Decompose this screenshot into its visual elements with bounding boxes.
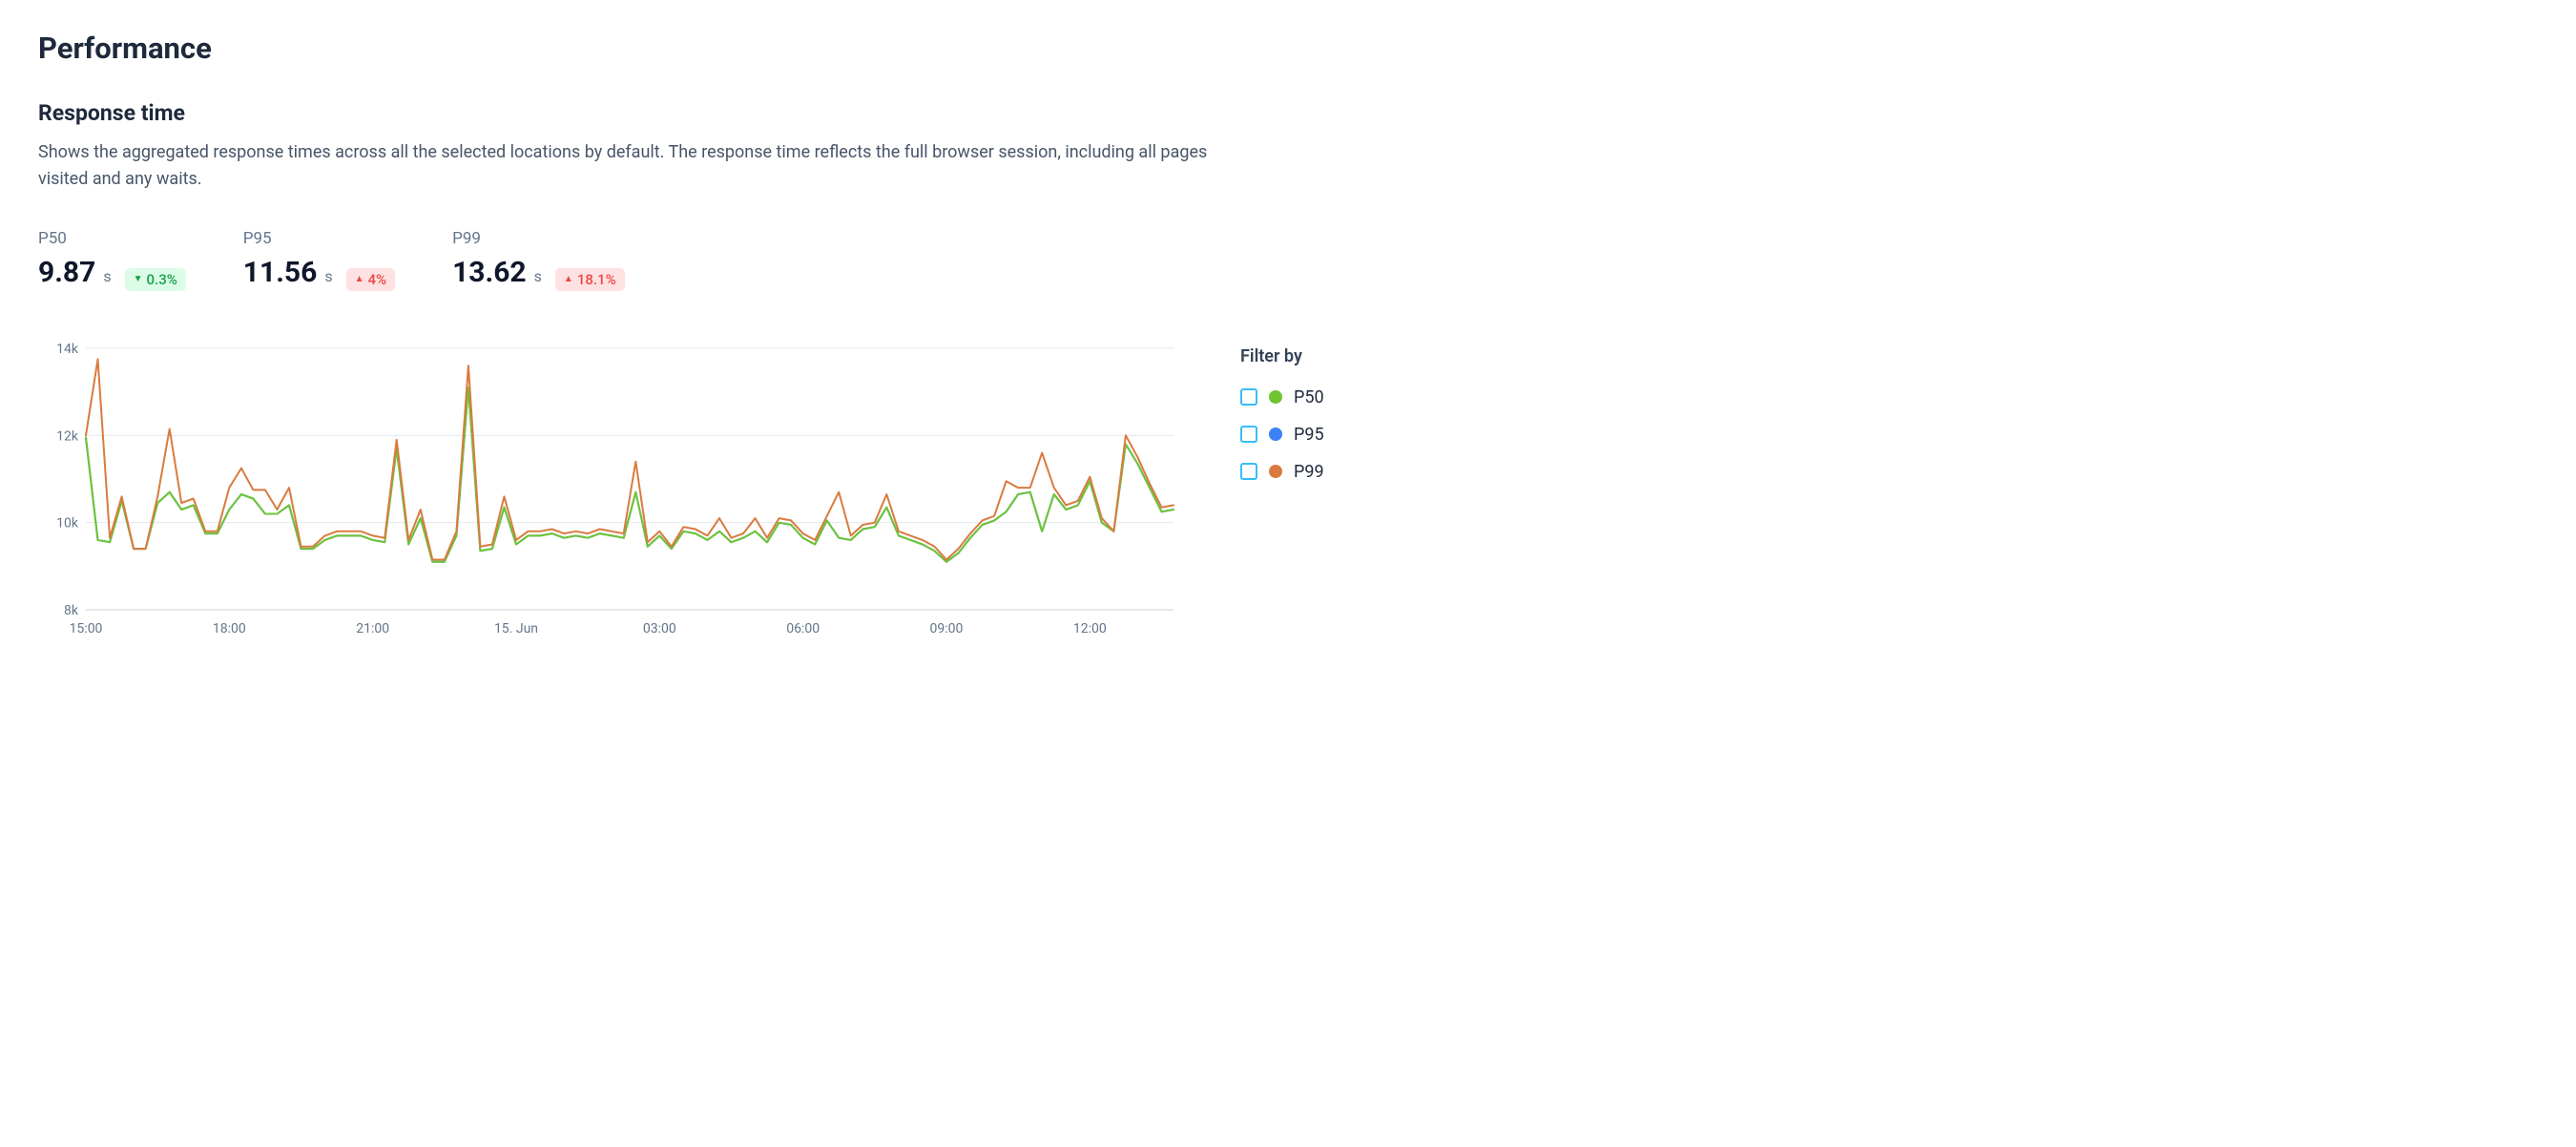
metric-delta-badge: ▲ 18.1% — [555, 268, 625, 291]
x-axis-tick: 09:00 — [930, 621, 964, 636]
metric-value-row: 11.56 s ▲ 4% — [243, 256, 395, 291]
legend-label: P50 — [1294, 387, 1324, 407]
metric-p50: P50 9.87 s ▼ 0.3% — [38, 229, 186, 291]
caret-down-icon: ▼ — [134, 275, 143, 284]
caret-up-icon: ▲ — [564, 275, 573, 284]
metric-label: P50 — [38, 229, 186, 248]
x-axis-tick: 21:00 — [356, 621, 389, 636]
series-line-p95 — [86, 387, 1174, 562]
metric-value: 9.87 — [38, 256, 95, 289]
metric-delta-value: 18.1% — [577, 271, 616, 288]
y-axis-tick: 14k — [56, 342, 79, 357]
metric-p95: P95 11.56 s ▲ 4% — [243, 229, 395, 291]
section-description: Shows the aggregated response times acro… — [38, 139, 1240, 193]
metric-value-row: 13.62 s ▲ 18.1% — [452, 256, 625, 291]
metric-p99: P99 13.62 s ▲ 18.1% — [452, 229, 625, 291]
x-axis-tick: 15:00 — [70, 621, 103, 636]
legend-title: Filter by — [1240, 346, 1324, 366]
line-chart-svg: 8k 10k 12k 14k 15:00 18:00 21:00 15. Jun 03:00 06… — [38, 339, 1183, 644]
legend-label: P95 — [1294, 425, 1324, 445]
section-title: Response time — [38, 100, 1469, 126]
x-axis-tick: 15. Jun — [494, 621, 538, 636]
legend-checkbox[interactable] — [1240, 463, 1257, 480]
legend-item-p99[interactable]: P99 — [1240, 462, 1324, 482]
metric-unit: s — [534, 267, 542, 285]
x-axis-tick: 12:00 — [1073, 621, 1107, 636]
metric-label: P95 — [243, 229, 395, 248]
metric-delta-value: 0.3% — [147, 271, 177, 288]
legend-item-p50[interactable]: P50 — [1240, 387, 1324, 407]
x-axis-tick: 06:00 — [786, 621, 820, 636]
legend-checkbox[interactable] — [1240, 388, 1257, 406]
series-line-p99 — [86, 359, 1174, 559]
legend-color-dot — [1269, 428, 1282, 441]
metric-value: 13.62 — [452, 256, 527, 289]
legend-checkbox[interactable] — [1240, 426, 1257, 443]
page-title: Performance — [38, 31, 1469, 66]
metric-value-row: 9.87 s ▼ 0.3% — [38, 256, 186, 291]
series-line-p50 — [86, 387, 1174, 562]
x-axis-tick: 18:00 — [213, 621, 246, 636]
metrics-row: P50 9.87 s ▼ 0.3% P95 11.56 s ▲ 4% P99 13.62 s ▲ 18… — [38, 229, 1469, 291]
metric-value: 11.56 — [243, 256, 318, 289]
caret-up-icon: ▲ — [355, 275, 364, 284]
metric-delta-badge: ▼ 0.3% — [125, 268, 186, 291]
metric-label: P99 — [452, 229, 625, 248]
x-axis-tick: 03:00 — [643, 621, 676, 636]
legend-label: P99 — [1294, 462, 1324, 482]
metric-unit: s — [103, 267, 111, 285]
metric-delta-badge: ▲ 4% — [346, 268, 395, 291]
legend-item-p95[interactable]: P95 — [1240, 425, 1324, 445]
y-axis-tick: 10k — [56, 515, 79, 531]
response-time-chart: 8k 10k 12k 14k 15:00 18:00 21:00 15. Jun 03:00 06… — [38, 339, 1183, 648]
y-axis-tick: 8k — [64, 603, 79, 618]
y-axis-tick: 12k — [56, 428, 79, 444]
metric-delta-value: 4% — [368, 271, 387, 288]
metric-unit: s — [324, 267, 332, 285]
chart-legend: Filter by P50 P95 P99 — [1240, 339, 1324, 499]
legend-color-dot — [1269, 390, 1282, 404]
legend-color-dot — [1269, 465, 1282, 478]
